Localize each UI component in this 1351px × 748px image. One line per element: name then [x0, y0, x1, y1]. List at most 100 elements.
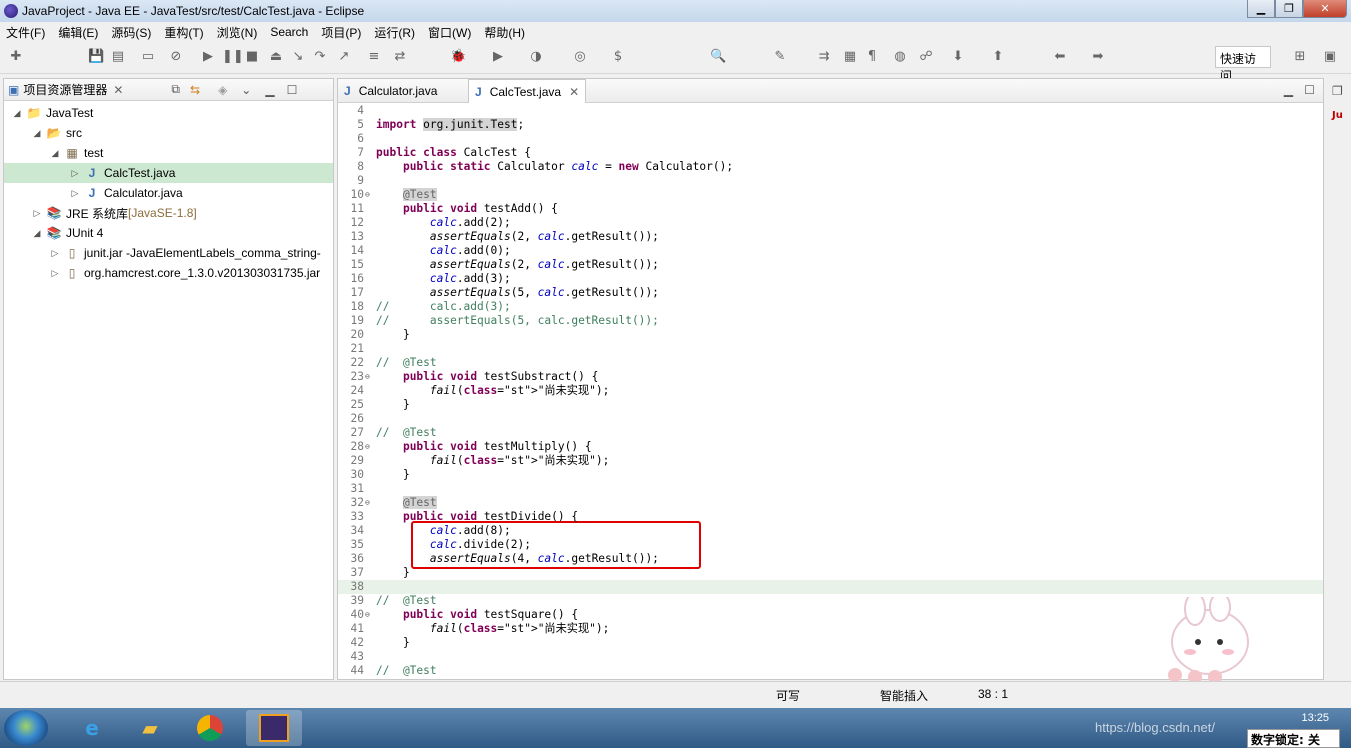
- code-line[interactable]: 35 calc.divide(2);: [338, 538, 1323, 552]
- code-line[interactable]: 9: [338, 174, 1323, 188]
- expand-toggle-icon[interactable]: ▷: [50, 248, 60, 259]
- tree-item[interactable]: ▷ 📚 JRE 系统库 [JavaSE-1.8]: [4, 203, 333, 223]
- web-icon[interactable]: ◎: [572, 49, 588, 65]
- step-return-icon[interactable]: ↗: [336, 49, 352, 65]
- format-icon[interactable]: ⇉: [816, 49, 832, 65]
- menu-item[interactable]: 源码(S): [111, 24, 151, 41]
- resume-icon[interactable]: ▶: [200, 49, 216, 65]
- menu-item[interactable]: 帮助(H): [484, 24, 525, 41]
- suspend-icon[interactable]: ❚❚: [222, 49, 244, 65]
- code-line[interactable]: 30 }: [338, 468, 1323, 482]
- quick-access-input[interactable]: 快速访问: [1215, 46, 1271, 83]
- tree-item[interactable]: ▷ ▯ junit.jar -JavaElementLabels_comma_str…: [4, 243, 333, 263]
- deploy-icon[interactable]: $: [610, 49, 626, 65]
- tree-item[interactable]: ▷ J CalcTest.java: [4, 163, 333, 183]
- terminate-icon[interactable]: ■: [244, 49, 260, 65]
- skip-breakpoints-icon[interactable]: ⊘: [168, 49, 184, 65]
- monitor-icon[interactable]: ▭: [140, 49, 156, 65]
- expand-toggle-icon[interactable]: ▷: [70, 188, 80, 199]
- tree-item[interactable]: ▷ J Calculator.java: [4, 183, 333, 203]
- tab-calctest-java[interactable]: J CalcTest.java ✕: [468, 79, 587, 103]
- run-icon[interactable]: ▶: [490, 49, 506, 65]
- close-view-icon[interactable]: ✕: [113, 83, 123, 97]
- focus-icon[interactable]: ◈: [218, 83, 227, 97]
- tree-item[interactable]: ◢ 📁 JavaTest: [4, 103, 333, 123]
- code-line[interactable]: 25 }: [338, 398, 1323, 412]
- code-line[interactable]: 17 assertEquals(5, calc.getResult());: [338, 286, 1323, 300]
- save-icon[interactable]: 💾: [88, 49, 104, 65]
- link-editor-icon[interactable]: ⇆: [190, 83, 200, 97]
- code-line[interactable]: 15 assertEquals(2, calc.getResult());: [338, 258, 1323, 272]
- code-line[interactable]: 21: [338, 342, 1323, 356]
- expand-toggle-icon[interactable]: ▷: [32, 208, 42, 219]
- edit-icon[interactable]: ✎: [772, 49, 788, 65]
- tree-item[interactable]: ◢ 📂 src: [4, 123, 333, 143]
- code-line[interactable]: 26: [338, 412, 1323, 426]
- ie-icon[interactable]: e: [64, 710, 120, 746]
- code-line[interactable]: 10 ⊖ @Test: [338, 188, 1323, 202]
- code-line[interactable]: 33 public void testDivide() {: [338, 510, 1323, 524]
- javaee-icon[interactable]: ▣: [1322, 49, 1338, 65]
- step-into-icon[interactable]: ↘: [290, 49, 306, 65]
- tree-item[interactable]: ▷ ▯ org.hamcrest.core_1.3.0.v201303031735.…: [4, 263, 333, 283]
- code-line[interactable]: 24 fail(class="st">"尚未实现");: [338, 384, 1323, 398]
- search-icon[interactable]: 🔍: [710, 49, 726, 65]
- print-icon[interactable]: ▤: [110, 49, 126, 65]
- back-icon[interactable]: ⬅: [1052, 49, 1068, 65]
- junit-icon[interactable]: Ju: [1332, 110, 1343, 121]
- fold-icon[interactable]: ⊖: [365, 608, 370, 622]
- tree-item[interactable]: ◢ ▦ test: [4, 143, 333, 163]
- fold-icon[interactable]: ⊖: [365, 440, 370, 454]
- code-line[interactable]: 8 public static Calculator calc = new Ca…: [338, 160, 1323, 174]
- restore-icon[interactable]: ❐: [1332, 84, 1343, 98]
- explorer-folder-icon[interactable]: ▰: [122, 710, 178, 746]
- close-button[interactable]: ✕: [1303, 0, 1347, 18]
- globe-icon[interactable]: ◍: [892, 49, 908, 65]
- expand-toggle-icon[interactable]: ◢: [32, 228, 42, 239]
- disconnect-icon[interactable]: ⏏: [268, 49, 284, 65]
- code-line[interactable]: 7 public class CalcTest {: [338, 146, 1323, 160]
- code-line[interactable]: 11 public void testAdd() {: [338, 202, 1323, 216]
- menu-item[interactable]: Search: [270, 25, 308, 39]
- code-line[interactable]: 19 // assertEquals(5, calc.getResult());: [338, 314, 1323, 328]
- menu-item[interactable]: 项目(P): [321, 24, 361, 41]
- minimize-button[interactable]: ▁: [1247, 0, 1275, 18]
- forward-icon[interactable]: ➡: [1090, 49, 1106, 65]
- code-line[interactable]: 20 }: [338, 328, 1323, 342]
- minimize-view-icon[interactable]: ▁: [265, 83, 274, 97]
- code-line[interactable]: 31: [338, 482, 1323, 496]
- code-line[interactable]: 27 // @Test: [338, 426, 1323, 440]
- prev-annotation-icon[interactable]: ⬆: [990, 49, 1006, 65]
- start-button[interactable]: [4, 710, 48, 746]
- code-line[interactable]: 14 calc.add(0);: [338, 244, 1323, 258]
- perspective-icon[interactable]: ⊞: [1292, 49, 1308, 65]
- view-menu-icon[interactable]: ⌄: [241, 83, 251, 97]
- code-line[interactable]: 29 fail(class="st">"尚未实现");: [338, 454, 1323, 468]
- code-line[interactable]: 6: [338, 132, 1323, 146]
- code-line[interactable]: 13 assertEquals(2, calc.getResult());: [338, 230, 1323, 244]
- debug-icon[interactable]: 🐞: [450, 49, 466, 65]
- code-line[interactable]: 16 calc.add(3);: [338, 272, 1323, 286]
- code-line[interactable]: 28 ⊖ public void testMultiply() {: [338, 440, 1323, 454]
- step-over-icon[interactable]: ↷: [312, 49, 328, 65]
- maximize-button[interactable]: ❐: [1275, 0, 1303, 18]
- fold-icon[interactable]: ⊖: [365, 188, 370, 202]
- align-icon[interactable]: ≡: [366, 49, 382, 65]
- code-line[interactable]: 36 assertEquals(4, calc.getResult());: [338, 552, 1323, 566]
- maximize-view-icon[interactable]: ☐: [287, 83, 298, 97]
- tab-calculator-java[interactable]: J Calculator.java: [338, 79, 443, 103]
- coverage-icon[interactable]: ◑: [528, 49, 544, 65]
- menu-item[interactable]: 文件(F): [6, 24, 45, 41]
- menu-item[interactable]: 浏览(N): [217, 24, 258, 41]
- collapse-all-icon[interactable]: ⧉: [171, 82, 180, 97]
- new-icon[interactable]: ✚: [8, 49, 24, 65]
- menu-item[interactable]: 编辑(E): [58, 24, 98, 41]
- chrome-icon[interactable]: [182, 710, 238, 746]
- code-line[interactable]: 37 }: [338, 566, 1323, 580]
- code-line[interactable]: 18 // calc.add(3);: [338, 300, 1323, 314]
- maximize-editor-icon[interactable]: ☐: [1304, 83, 1315, 97]
- tree-item[interactable]: ◢ 📚 JUnit 4: [4, 223, 333, 243]
- fold-icon[interactable]: ⊖: [365, 496, 370, 510]
- menu-item[interactable]: 重构(T): [164, 24, 203, 41]
- expand-toggle-icon[interactable]: ▷: [50, 268, 60, 279]
